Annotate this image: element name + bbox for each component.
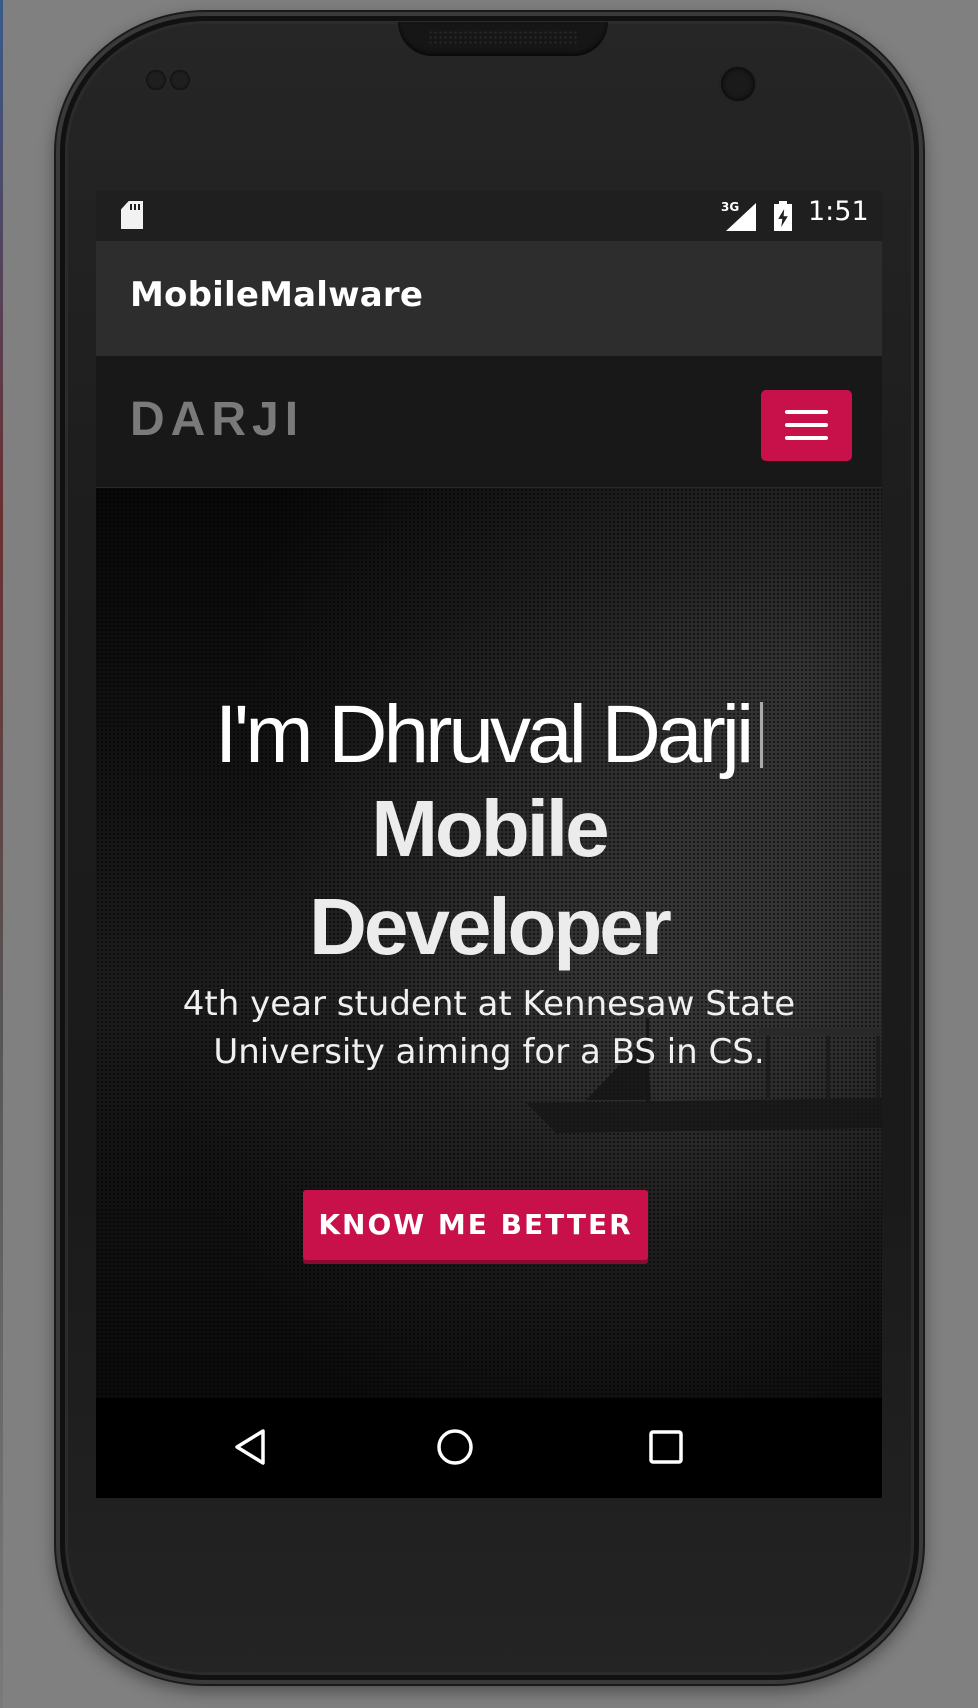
app-bar: MobileMalware — [96, 241, 882, 356]
background-edge — [0, 0, 3, 1708]
sd-card-icon — [121, 201, 143, 229]
proximity-sensor — [146, 70, 196, 92]
earpiece-speaker — [398, 22, 608, 56]
hero-subtitle: 4th year student at Kennesaw State Unive… — [182, 984, 796, 1072]
front-camera — [721, 67, 755, 101]
hero-role-line1: Mobile — [371, 784, 609, 873]
typing-cursor — [760, 702, 764, 768]
back-icon[interactable] — [229, 1425, 273, 1469]
site-brand[interactable]: DARJI — [130, 392, 304, 447]
know-me-better-button[interactable]: KNOW ME BETTER — [303, 1190, 648, 1260]
recents-icon[interactable] — [647, 1428, 685, 1466]
hero-role: Mobile Developer — [96, 780, 882, 976]
network-type: 3G — [721, 200, 740, 214]
menu-toggle-button[interactable] — [761, 390, 852, 461]
status-time: 1:51 — [808, 196, 869, 227]
hamburger-menu-icon — [785, 410, 828, 414]
battery-charging-icon — [774, 201, 792, 231]
hero-role-line2: Developer — [309, 882, 672, 971]
device-screen: 3G 1:51 MobileMalware DARJI I'm Dhruval … — [96, 191, 882, 1498]
hero-intro: I'm Dhruval Darji — [96, 688, 882, 782]
app-title: MobileMalware — [130, 275, 424, 315]
site-navbar: DARJI — [96, 356, 882, 488]
home-icon[interactable] — [433, 1425, 477, 1469]
system-nav-bar — [96, 1398, 882, 1498]
status-bar: 3G 1:51 — [96, 191, 882, 241]
hero-section: I'm Dhruval Darji Mobile Developer 4th y… — [96, 488, 882, 1398]
